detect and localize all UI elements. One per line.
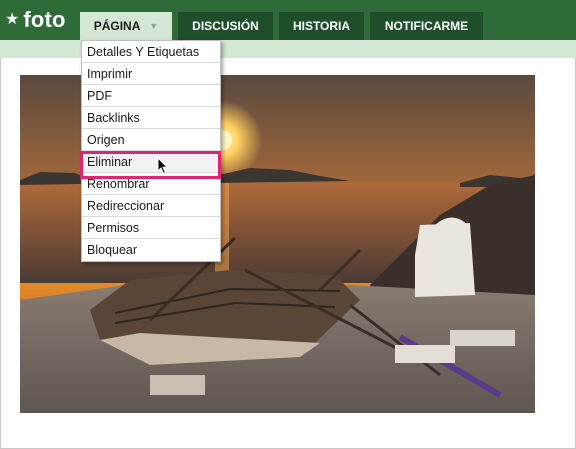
menu-item-permisos[interactable]: Permisos bbox=[82, 217, 220, 239]
tab-label: NOTIFICARME bbox=[384, 19, 469, 33]
tab-discusion[interactable]: DISCUSIÓN bbox=[178, 12, 273, 40]
menu-item-detalles[interactable]: Detalles Y Etiquetas bbox=[82, 41, 220, 63]
highlight-box bbox=[80, 151, 221, 179]
menu-item-backlinks[interactable]: Backlinks bbox=[82, 107, 220, 129]
tab-label: HISTORIA bbox=[292, 19, 351, 33]
site-name: foto bbox=[23, 7, 66, 32]
chevron-down-icon: ▼ bbox=[149, 21, 159, 31]
menu-item-bloquear[interactable]: Bloquear bbox=[82, 239, 220, 261]
menu-item-pdf[interactable]: PDF bbox=[82, 85, 220, 107]
tab-historia[interactable]: HISTORIA bbox=[279, 12, 364, 40]
tab-notificarme[interactable]: NOTIFICARME bbox=[370, 12, 483, 40]
menu-item-origen[interactable]: Origen bbox=[82, 129, 220, 151]
star-icon: ★ bbox=[5, 11, 20, 28]
menu-item-imprimir[interactable]: Imprimir bbox=[82, 63, 220, 85]
tab-pagina[interactable]: PÁGINA ▼ bbox=[80, 12, 172, 40]
tab-label: PÁGINA bbox=[93, 19, 141, 33]
tab-label: DISCUSIÓN bbox=[192, 19, 259, 33]
site-logo[interactable]: ★ foto bbox=[5, 7, 66, 32]
menu-item-redireccionar[interactable]: Redireccionar bbox=[82, 195, 220, 217]
mouse-cursor-icon bbox=[157, 157, 169, 175]
